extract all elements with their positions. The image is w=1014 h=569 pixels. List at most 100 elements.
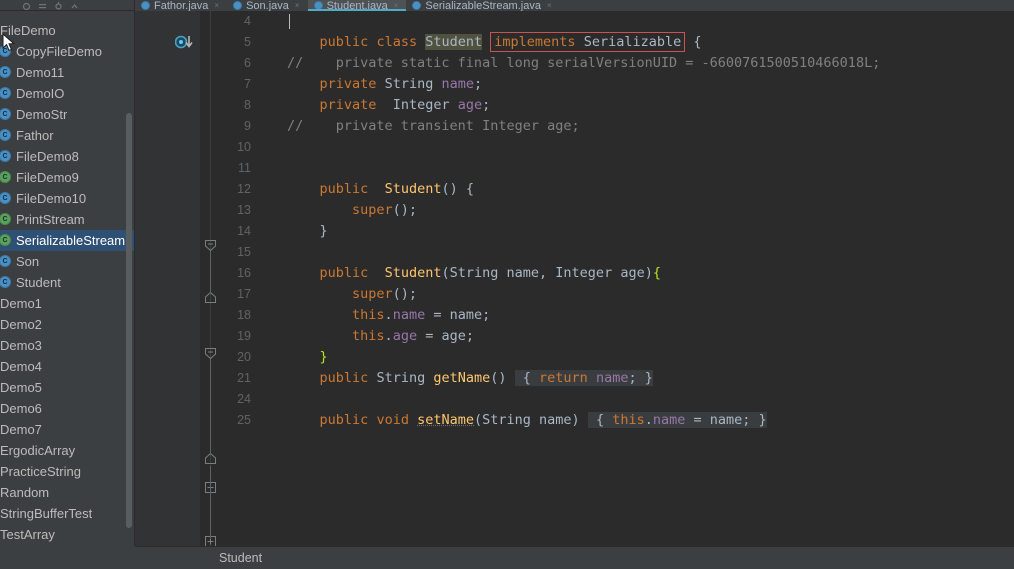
code-text[interactable]: super(); [287, 200, 417, 221]
line-number: 8 [244, 98, 251, 112]
line-number: 14 [237, 224, 251, 238]
code-text[interactable]: public String getName() { return name; } [287, 368, 653, 389]
tree-item-son[interactable]: C Son [0, 251, 134, 272]
code-text[interactable]: private Integer age; [287, 95, 491, 116]
code-text[interactable]: } [287, 221, 328, 242]
code-text[interactable]: private String name; [287, 74, 483, 95]
tree-item-demoio[interactable]: C DemoIO [0, 83, 134, 104]
tree-item-demo4[interactable]: Demo4 [0, 356, 134, 377]
code-line[interactable]: 24 [211, 389, 1014, 410]
code-editor[interactable]: 4 5 public class Student implements Seria… [135, 11, 1014, 546]
tree-item-student[interactable]: C Student [0, 272, 134, 293]
tree-item-filedemo[interactable]: FileDemo [0, 20, 134, 41]
code-line[interactable]: 8 private Integer age; [211, 95, 1014, 116]
close-icon[interactable]: × [547, 1, 552, 10]
java-class-icon: C [0, 213, 12, 226]
java-class-icon: C [0, 108, 12, 121]
code-line[interactable]: 17 super(); [211, 284, 1014, 305]
code-text[interactable]: this.age = age; [287, 326, 474, 347]
line-number: 7 [244, 77, 251, 91]
tree-item-demo1[interactable]: Demo1 [0, 293, 134, 314]
code-line[interactable]: 16 public Student(String name, Integer a… [211, 263, 1014, 284]
code-text[interactable]: public Student(String name, Integer age)… [287, 263, 661, 284]
code-line[interactable]: 5 public class Student implements Serial… [211, 32, 1014, 53]
tree-item-filedemo10[interactable]: C FileDemo10 [0, 188, 134, 209]
code-line[interactable]: 12 public Student() { [211, 179, 1014, 200]
java-class-icon: C [0, 171, 12, 184]
project-tree[interactable]: FileDemo C CopyFileDemo C Demo11 C DemoIO C Demo… [0, 11, 134, 546]
code-text[interactable]: public class Student implements Serializ… [287, 32, 702, 53]
implemented-interface-icon[interactable] [174, 35, 199, 50]
tree-item-serializablestream[interactable]: C SerializableStream [0, 230, 134, 251]
code-line[interactable]: 11 [211, 158, 1014, 179]
java-class-icon [313, 1, 323, 10]
code-line[interactable]: 7 private String name; [211, 74, 1014, 95]
breadcrumb-path[interactable]: Student [219, 551, 262, 565]
project-tree-list[interactable]: FileDemo C CopyFileDemo C Demo11 C DemoIO C Demo… [0, 20, 134, 546]
tree-item-demostr[interactable]: C DemoStr [0, 104, 134, 125]
code-text[interactable]: public Student() { [287, 179, 474, 200]
code-text[interactable]: this.name = name; [287, 305, 490, 326]
code-line[interactable]: 9 // private transient Integer age; [211, 116, 1014, 137]
tree-item-random[interactable]: Random [0, 482, 134, 503]
collapse-all-icon[interactable] [38, 2, 47, 10]
tree-item-demo2[interactable]: Demo2 [0, 314, 134, 335]
code-line[interactable]: 10 [211, 137, 1014, 158]
tree-item-demo7[interactable]: Demo7 [0, 419, 134, 440]
locate-icon[interactable] [54, 2, 63, 10]
code-line[interactable]: 13 super(); [211, 200, 1014, 221]
tree-item-filedemo9[interactable]: C FileDemo9 [0, 167, 134, 188]
editor-tab-student[interactable]: Student.java × [307, 0, 407, 11]
editor-tab-bar[interactable]: Fathor.java × Son.java × Student.java × Serial… [135, 0, 1014, 11]
tree-item-demo6[interactable]: Demo6 [0, 398, 134, 419]
tree-item-stringbuffertest[interactable]: StringBufferTest [0, 503, 134, 524]
tree-item-demo5[interactable]: Demo5 [0, 377, 134, 398]
code-line[interactable]: 14 } [211, 221, 1014, 242]
code-line[interactable]: 6 // private static final long serialVers… [211, 53, 1014, 74]
expand-icon[interactable] [70, 2, 79, 10]
code-text[interactable]: // private transient Integer age; [287, 116, 580, 137]
code-line[interactable]: 25 public void setName(String name) { th… [211, 410, 1014, 431]
code-text[interactable]: super(); [287, 284, 417, 305]
tree-item-practicestring[interactable]: PracticeString [0, 461, 134, 482]
tree-item-label: FileDemo10 [16, 191, 87, 206]
editor-tab-fathor[interactable]: Fathor.java × [135, 0, 227, 11]
tree-item-testarray[interactable]: TestArray [0, 524, 134, 545]
breadcrumb[interactable]: Student [135, 546, 1014, 569]
tree-item-filedemo8[interactable]: C FileDemo8 [0, 146, 134, 167]
tree-item-printstream[interactable]: C PrintStream [0, 209, 134, 230]
code-line[interactable]: 20 } [211, 347, 1014, 368]
java-class-icon: C [0, 129, 12, 142]
code-text[interactable]: public void setName(String name) { this.… [287, 410, 767, 431]
editor-tab-serializablestream[interactable]: SerializableStream.java × [406, 0, 559, 11]
java-class-icon [412, 1, 422, 10]
code-line[interactable]: 19 this.age = age; [211, 326, 1014, 347]
java-class-icon: C [0, 255, 12, 268]
code-line[interactable]: 21 public String getName() { return name… [211, 368, 1014, 389]
code-line[interactable]: 18 this.name = name; [211, 305, 1014, 326]
tree-item-ergodicarray[interactable]: ErgodicArray [0, 440, 134, 461]
settings-icon[interactable] [22, 2, 31, 10]
close-icon[interactable]: × [394, 1, 399, 10]
code-line[interactable]: 4 [211, 11, 1014, 32]
close-icon[interactable]: × [295, 1, 300, 10]
sidebar-scrollbar[interactable] [126, 113, 132, 528]
editor-gutter[interactable] [135, 11, 200, 546]
tree-item-copyfiledemo[interactable]: C CopyFileDemo [0, 41, 134, 62]
code-content[interactable]: 4 5 public class Student implements Seria… [211, 11, 1014, 546]
tree-item-fathor[interactable]: C Fathor [0, 125, 134, 146]
close-icon[interactable]: × [214, 1, 219, 10]
tree-item-label: TestArray [0, 527, 55, 542]
code-text[interactable]: // private static final long serialVersi… [287, 53, 880, 74]
tree-item-label: Fathor [16, 128, 54, 143]
tree-item-demo11[interactable]: C Demo11 [0, 62, 134, 83]
line-number: 5 [244, 35, 251, 49]
code-text[interactable]: } [287, 347, 328, 368]
tree-item-label: DemoIO [16, 86, 65, 101]
editor-tab-son[interactable]: Son.java × [227, 0, 307, 11]
tree-item-label: Demo5 [0, 380, 42, 395]
code-line[interactable]: 15 [211, 242, 1014, 263]
ide-window: FileDemo C CopyFileDemo C Demo11 C DemoIO C Demo… [0, 0, 1014, 569]
tree-item-demo3[interactable]: Demo3 [0, 335, 134, 356]
sidebar-bottom-filler [0, 546, 135, 569]
